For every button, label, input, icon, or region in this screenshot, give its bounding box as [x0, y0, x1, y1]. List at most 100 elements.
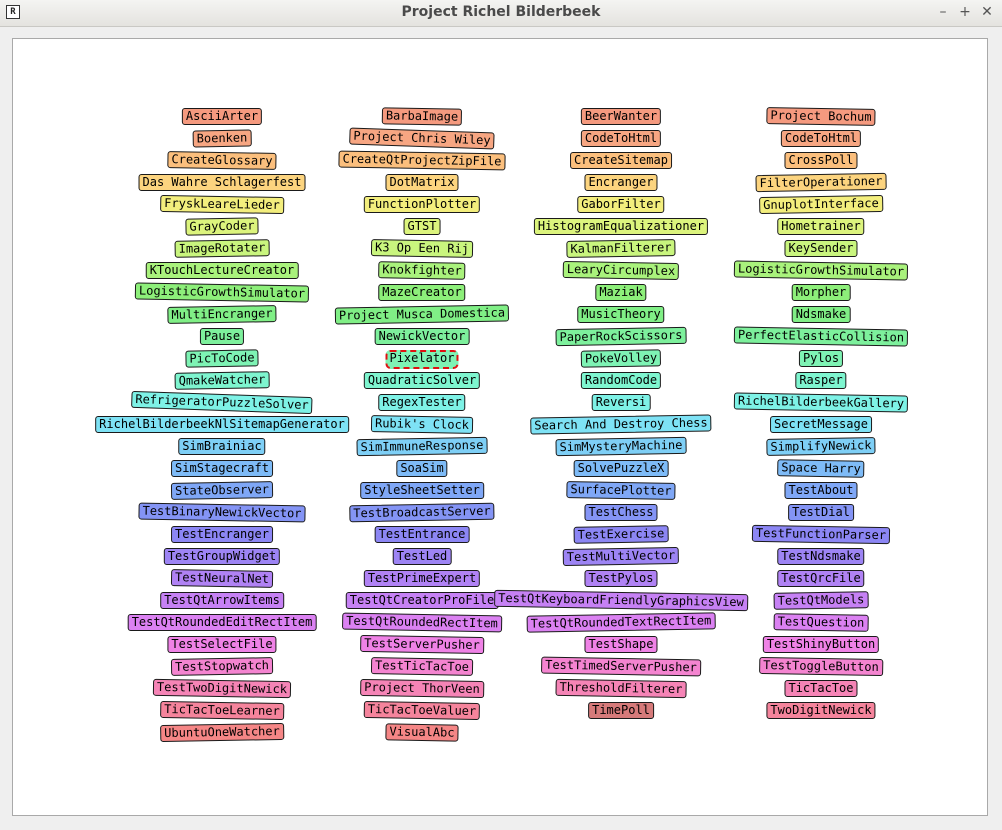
program-item[interactable]: TestPrimeExpert [363, 570, 481, 587]
title-bar[interactable]: R Project Richel Bilderbeek – + ✕ [0, 0, 1002, 27]
program-item[interactable]: SimBrainiac [178, 438, 266, 455]
program-item[interactable]: TestGroupWidget [163, 548, 281, 565]
program-item[interactable]: TestAbout [784, 482, 858, 499]
program-item[interactable]: RichelBilderbeekNlSitemapGenerator [95, 416, 349, 433]
program-item[interactable]: VisualAbc [385, 723, 459, 742]
program-item[interactable]: TestQrcFile [777, 570, 865, 587]
program-item[interactable]: Das Wahre Schlagerfest [138, 174, 306, 191]
program-item[interactable]: Rubik's Clock [370, 415, 474, 434]
program-item[interactable]: TestNeuralNet [170, 569, 274, 588]
program-item[interactable]: TestQtRoundedRectItem [342, 612, 502, 633]
program-item[interactable]: CreateQtProjectZipFile [338, 150, 506, 171]
program-item[interactable]: ImageRotater [174, 239, 270, 258]
program-item[interactable]: KeySender [784, 240, 858, 257]
program-item[interactable]: TestNdsmake [777, 548, 865, 565]
program-item[interactable]: TestQtKeyboardFriendlyGraphicsView [494, 589, 748, 612]
program-item[interactable]: TestQtArrowItems [160, 592, 284, 609]
program-item[interactable]: Search And Destroy Chess [530, 414, 712, 435]
program-item[interactable]: TestServerPusher [360, 634, 484, 655]
program-item[interactable]: LogisticGrowthSimulator [733, 260, 909, 281]
program-item[interactable]: Maziak [595, 284, 647, 301]
program-item[interactable]: TestLed [392, 548, 452, 565]
program-item[interactable]: Pixelator [385, 350, 459, 369]
program-item[interactable]: LogisticGrowthSimulator [134, 282, 310, 303]
close-icon[interactable]: ✕ [978, 3, 996, 21]
program-item[interactable]: PicToCode [185, 349, 259, 368]
program-item[interactable]: TestFunctionParser [751, 524, 891, 545]
program-item[interactable]: TestTicTacToe [370, 657, 474, 676]
program-item[interactable]: Knokfighter [378, 261, 466, 280]
program-item[interactable]: CreateSitemap [570, 152, 672, 169]
program-item[interactable]: TestEntrance [374, 526, 470, 543]
program-item[interactable]: TestShape [584, 636, 658, 653]
program-item[interactable]: TicTacToeLearner [160, 700, 284, 721]
program-item[interactable]: FunctionPlotter [363, 196, 481, 213]
program-item[interactable]: TicTacToeValuer [363, 700, 481, 721]
program-item[interactable]: TestStopwatch [170, 657, 274, 676]
program-item[interactable]: TestTwoDigitNewick [152, 678, 292, 699]
program-item[interactable]: Hometrainer [777, 218, 865, 235]
program-item[interactable]: SimMysteryMachine [555, 436, 687, 457]
program-item[interactable]: Project Bochum [766, 107, 876, 126]
maximize-icon[interactable]: + [956, 3, 974, 21]
program-item[interactable]: TestExercise [573, 525, 669, 544]
program-item[interactable]: CreateGlossary [167, 151, 277, 170]
program-item[interactable]: Pause [199, 328, 245, 345]
program-item[interactable]: TestTimedServerPusher [541, 656, 701, 677]
program-item[interactable]: AsciiArter [181, 108, 263, 125]
program-item[interactable]: SoaSim [396, 460, 448, 477]
program-item[interactable]: GrayCoder [185, 217, 259, 236]
program-item[interactable]: TimePoll [588, 702, 654, 719]
program-item[interactable]: TestBinaryNewickVector [138, 502, 306, 523]
program-item[interactable]: TestMultiVector [562, 546, 680, 567]
program-item[interactable]: TestQtModels [773, 591, 869, 610]
program-item[interactable]: BeerWanter [580, 108, 662, 125]
program-item[interactable]: TestShinyButton [762, 636, 880, 653]
program-item[interactable]: MultiEncranger [167, 305, 277, 324]
program-item[interactable]: LearyCircumplex [562, 260, 680, 281]
program-item[interactable]: QmakeWatcher [174, 371, 270, 390]
program-item[interactable]: CodeToHtml [580, 130, 662, 147]
program-item[interactable]: SimStagecraft [171, 460, 273, 477]
program-item[interactable]: TwoDigitNewick [766, 702, 876, 719]
program-item[interactable]: QuadraticSolver [363, 372, 481, 389]
program-item[interactable]: StyleSheetSetter [360, 482, 484, 499]
program-item[interactable]: Project Musca Domestica [334, 304, 510, 325]
program-item[interactable]: Reversi [591, 394, 651, 411]
program-item[interactable]: TestQtRoundedTextRectItem [526, 612, 716, 633]
program-item[interactable]: DotMatrix [385, 174, 459, 191]
program-item[interactable]: Morpher [791, 284, 851, 301]
program-item[interactable]: SimplifyNewick [766, 437, 876, 456]
program-item[interactable]: PaperRockScissors [555, 326, 687, 347]
program-item[interactable]: PokeVolley [580, 349, 662, 368]
program-item[interactable]: Pylos [798, 350, 844, 367]
program-item[interactable]: TestPylos [584, 570, 658, 587]
program-item[interactable]: TestEncranger [171, 526, 273, 543]
program-item[interactable]: TestQtRoundedEditRectItem [127, 614, 317, 631]
program-item[interactable]: KalmanFilterer [566, 239, 676, 258]
program-item[interactable]: KTouchLectureCreator [145, 262, 299, 279]
program-item[interactable]: SecretMessage [770, 416, 872, 433]
program-item[interactable]: CodeToHtml [780, 130, 862, 147]
program-item[interactable]: K3 Op Een Rij [370, 239, 474, 258]
program-item[interactable]: GaborFilter [577, 196, 665, 213]
program-item[interactable]: RegexTester [378, 394, 466, 411]
program-item[interactable]: Encranger [584, 174, 658, 191]
program-item[interactable]: TestBroadcastServer [349, 502, 495, 523]
program-item[interactable]: UbuntuOneWatcher [160, 722, 284, 743]
program-item[interactable]: TestQtCreatorProFile [345, 592, 499, 609]
program-item[interactable]: TicTacToe [784, 680, 858, 697]
program-item[interactable]: BarbaImage [381, 107, 463, 126]
program-item[interactable]: Space Harry [777, 459, 865, 478]
program-item[interactable]: TestSelectFile [167, 636, 277, 653]
program-item[interactable]: HistogramEqualizationer [533, 218, 709, 235]
program-item[interactable]: GTST [403, 218, 441, 235]
program-item[interactable]: RandomCode [580, 372, 662, 389]
program-item[interactable]: PerfectElasticCollision [733, 326, 909, 347]
program-item[interactable]: Ndsmake [791, 306, 851, 323]
program-item[interactable]: RefrigeratorPuzzleSolver [131, 390, 313, 415]
program-item[interactable]: TestChess [584, 504, 658, 521]
program-item[interactable]: FryskLeareLieder [160, 194, 284, 215]
program-item[interactable]: SimImmuneResponse [356, 436, 488, 457]
program-item[interactable]: Boenken [192, 129, 252, 148]
